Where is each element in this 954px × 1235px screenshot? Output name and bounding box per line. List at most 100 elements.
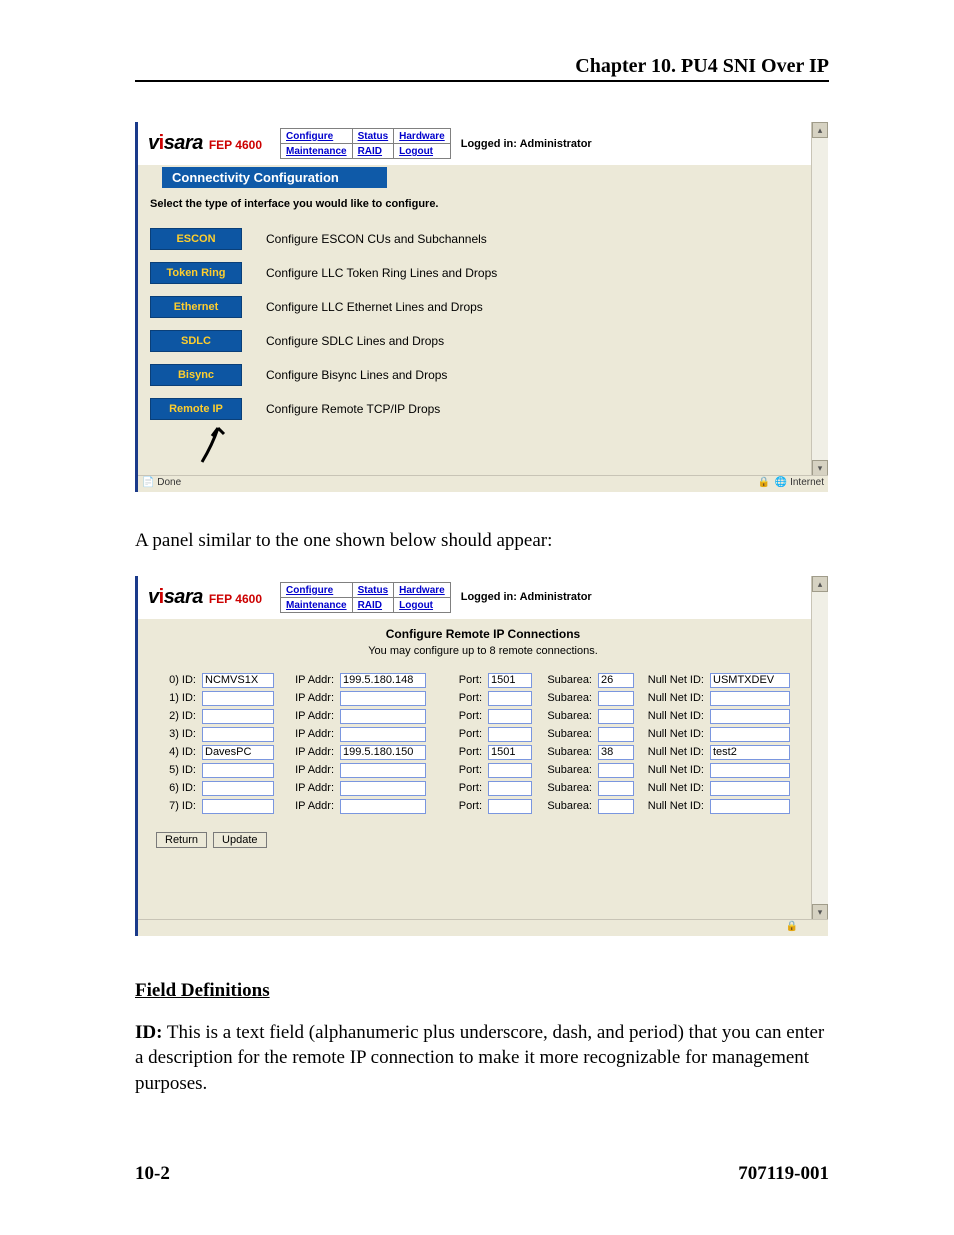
input-id[interactable]: [202, 709, 274, 724]
input-subarea[interactable]: [598, 691, 634, 706]
nav-raid[interactable]: RAID: [358, 600, 382, 611]
connectivity-button-escon[interactable]: ESCON: [150, 228, 242, 250]
pointer-arrow-icon: [198, 426, 238, 466]
remote-ip-row: 4) ID:IP Addr:Port:Subarea:Null Net ID:: [156, 745, 810, 760]
nav-maintenance[interactable]: Maintenance: [286, 146, 347, 157]
label-port: Port:: [438, 674, 482, 686]
input-ip[interactable]: [340, 727, 426, 742]
nav-status[interactable]: Status: [358, 585, 389, 596]
input-null-net-id[interactable]: [710, 727, 790, 742]
status-internet: 🌐 Internet: [775, 477, 824, 488]
input-port[interactable]: [488, 673, 532, 688]
nav-hardware[interactable]: Hardware: [399, 585, 445, 596]
app-topbar: visara FEP 4600 Configure Status Hardwar…: [138, 576, 828, 619]
connectivity-button-ethernet[interactable]: Ethernet: [150, 296, 242, 318]
update-button[interactable]: Update: [213, 832, 266, 848]
label-id: 6) ID:: [156, 782, 196, 794]
input-ip[interactable]: [340, 799, 426, 814]
status-bar: Done 🔒 🌐 Internet: [138, 475, 828, 492]
nav-configure[interactable]: Configure: [286, 131, 333, 142]
nav-maintenance[interactable]: Maintenance: [286, 600, 347, 611]
input-port[interactable]: [488, 781, 532, 796]
input-port[interactable]: [488, 763, 532, 778]
connectivity-button-sdlc[interactable]: SDLC: [150, 330, 242, 352]
nav-configure[interactable]: Configure: [286, 585, 333, 596]
label-port: Port:: [438, 710, 482, 722]
input-null-net-id[interactable]: [710, 673, 790, 688]
nav-raid[interactable]: RAID: [358, 146, 382, 157]
label-subarea: Subarea:: [538, 728, 592, 740]
input-null-net-id[interactable]: [710, 799, 790, 814]
chapter-header: Chapter 10. PU4 SNI Over IP: [135, 55, 829, 82]
input-null-net-id[interactable]: [710, 691, 790, 706]
input-port[interactable]: [488, 727, 532, 742]
input-port[interactable]: [488, 709, 532, 724]
scroll-down-icon[interactable]: ▾: [812, 460, 828, 476]
input-id[interactable]: [202, 781, 274, 796]
nav-status[interactable]: Status: [358, 131, 389, 142]
input-port[interactable]: [488, 745, 532, 760]
connectivity-button-remote-ip[interactable]: Remote IP: [150, 398, 242, 420]
label-subarea: Subarea:: [538, 692, 592, 704]
scrollbar[interactable]: ▴ ▾: [811, 122, 828, 492]
remote-ip-row: 6) ID:IP Addr:Port:Subarea:Null Net ID:: [156, 781, 810, 796]
input-id[interactable]: [202, 745, 274, 760]
scroll-up-icon[interactable]: ▴: [812, 576, 828, 592]
input-ip[interactable]: [340, 673, 426, 688]
input-subarea[interactable]: [598, 781, 634, 796]
input-id[interactable]: [202, 727, 274, 742]
label-ip: IP Addr:: [280, 764, 334, 776]
input-subarea[interactable]: [598, 799, 634, 814]
input-subarea[interactable]: [598, 745, 634, 760]
scroll-up-icon[interactable]: ▴: [812, 122, 828, 138]
nav-logout[interactable]: Logout: [399, 600, 433, 611]
label-null-net-id: Null Net ID:: [640, 710, 704, 722]
connectivity-row: ESCONConfigure ESCON CUs and Subchannels: [150, 228, 828, 250]
label-subarea: Subarea:: [538, 710, 592, 722]
return-button[interactable]: Return: [156, 832, 207, 848]
input-null-net-id[interactable]: [710, 763, 790, 778]
input-id[interactable]: [202, 673, 274, 688]
label-null-net-id: Null Net ID:: [640, 692, 704, 704]
scrollbar[interactable]: ▴ ▾: [811, 576, 828, 936]
label-port: Port:: [438, 764, 482, 776]
field-definitions-heading: Field Definitions: [135, 980, 829, 1002]
input-id[interactable]: [202, 691, 274, 706]
label-null-net-id: Null Net ID:: [640, 674, 704, 686]
input-id[interactable]: [202, 799, 274, 814]
input-ip[interactable]: [340, 691, 426, 706]
input-subarea[interactable]: [598, 709, 634, 724]
label-subarea: Subarea:: [538, 782, 592, 794]
label-subarea: Subarea:: [538, 764, 592, 776]
input-ip[interactable]: [340, 745, 426, 760]
nav-hardware[interactable]: Hardware: [399, 131, 445, 142]
input-port[interactable]: [488, 691, 532, 706]
label-null-net-id: Null Net ID:: [640, 782, 704, 794]
input-null-net-id[interactable]: [710, 781, 790, 796]
connectivity-row: Token RingConfigure LLC Token Ring Lines…: [150, 262, 828, 284]
input-ip[interactable]: [340, 709, 426, 724]
document-number: 707119-001: [738, 1163, 829, 1185]
input-ip[interactable]: [340, 781, 426, 796]
connectivity-button-token-ring[interactable]: Token Ring: [150, 262, 242, 284]
connectivity-row: BisyncConfigure Bisync Lines and Drops: [150, 364, 828, 386]
input-null-net-id[interactable]: [710, 745, 790, 760]
label-null-net-id: Null Net ID:: [640, 800, 704, 812]
input-subarea[interactable]: [598, 673, 634, 688]
label-id: 2) ID:: [156, 710, 196, 722]
label-null-net-id: Null Net ID:: [640, 728, 704, 740]
nav-logout[interactable]: Logout: [399, 146, 433, 157]
input-port[interactable]: [488, 799, 532, 814]
connectivity-desc: Configure SDLC Lines and Drops: [266, 334, 444, 348]
input-ip[interactable]: [340, 763, 426, 778]
connectivity-button-bisync[interactable]: Bisync: [150, 364, 242, 386]
input-null-net-id[interactable]: [710, 709, 790, 724]
input-id[interactable]: [202, 763, 274, 778]
remote-ip-row: 2) ID:IP Addr:Port:Subarea:Null Net ID:: [156, 709, 810, 724]
logged-in-label: Logged in: Administrator: [461, 591, 592, 603]
label-ip: IP Addr:: [280, 728, 334, 740]
input-subarea[interactable]: [598, 763, 634, 778]
input-subarea[interactable]: [598, 727, 634, 742]
scroll-down-icon[interactable]: ▾: [812, 904, 828, 920]
label-port: Port:: [438, 782, 482, 794]
